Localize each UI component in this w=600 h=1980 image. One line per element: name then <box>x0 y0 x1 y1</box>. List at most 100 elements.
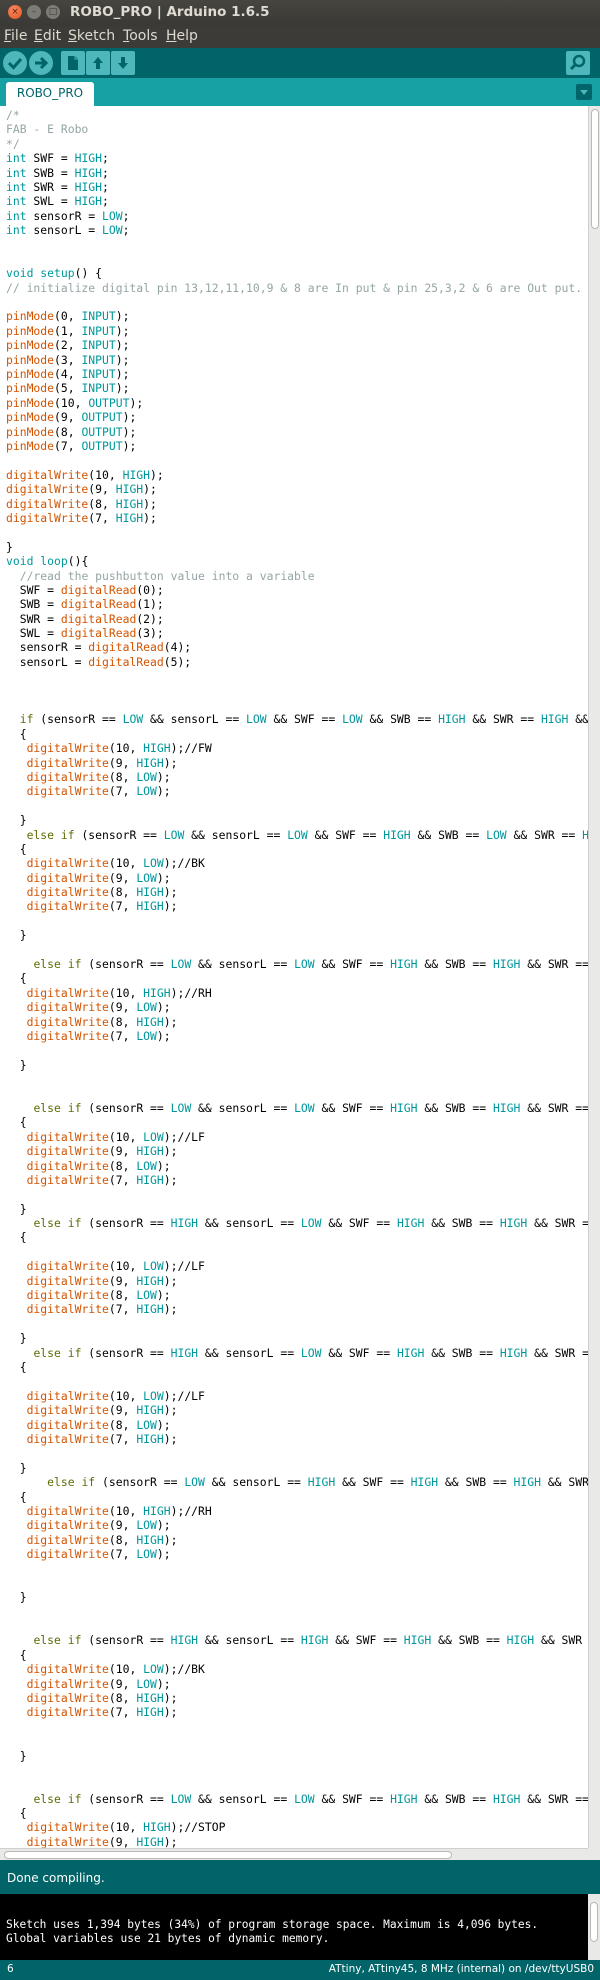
code-line[interactable]: pinMode(7, OUTPUT); <box>6 439 588 453</box>
code-line[interactable] <box>6 698 588 712</box>
code-line[interactable] <box>6 1245 588 1259</box>
code-line[interactable]: { <box>6 1806 588 1820</box>
code-line[interactable]: digitalWrite(9, HIGH); <box>6 756 588 770</box>
code-line[interactable]: } <box>6 1058 588 1072</box>
open-button[interactable] <box>86 51 110 75</box>
code-line[interactable] <box>6 684 588 698</box>
code-line[interactable]: digitalWrite(7, HIGH); <box>6 1173 588 1187</box>
code-line[interactable]: digitalWrite(10, HIGH);//STOP <box>6 1820 588 1834</box>
menu-help[interactable]: Help <box>166 28 198 44</box>
code-line[interactable]: digitalWrite(7, HIGH); <box>6 1302 588 1316</box>
code-line[interactable]: pinMode(4, INPUT); <box>6 367 588 381</box>
code-line[interactable]: digitalWrite(9, LOW); <box>6 1000 588 1014</box>
code-line[interactable]: digitalWrite(10, HIGH);//RH <box>6 1504 588 1518</box>
code-line[interactable]: // initialize digital pin 13,12,11,10,9 … <box>6 281 588 295</box>
code-line[interactable]: { <box>6 842 588 856</box>
code-line[interactable]: pinMode(2, INPUT); <box>6 338 588 352</box>
code-line[interactable]: int sensorR = LOW; <box>6 209 588 223</box>
code-line[interactable] <box>6 799 588 813</box>
code-line[interactable] <box>6 1619 588 1633</box>
code-line[interactable] <box>6 525 588 539</box>
code-line[interactable]: digitalWrite(10, LOW);//LF <box>6 1130 588 1144</box>
code-line[interactable]: digitalWrite(8, HIGH); <box>6 497 588 511</box>
code-line[interactable]: digitalWrite(8, LOW); <box>6 770 588 784</box>
code-line[interactable] <box>6 1317 588 1331</box>
code-line[interactable]: digitalWrite(8, HIGH); <box>6 1691 588 1705</box>
code-line[interactable]: digitalWrite(9, HIGH); <box>6 1403 588 1417</box>
code-line[interactable]: SWR = digitalRead(2); <box>6 612 588 626</box>
code-line[interactable] <box>6 1072 588 1086</box>
menu-tools[interactable]: Tools <box>123 28 158 44</box>
tab-robo-pro[interactable]: ROBO_PRO <box>6 82 94 106</box>
editor-horizontal-scrollbar[interactable] <box>0 1848 588 1860</box>
code-line[interactable]: digitalWrite(9, LOW); <box>6 871 588 885</box>
code-line[interactable]: if (sensorR == LOW && sensorL == LOW && … <box>6 712 588 726</box>
save-button[interactable] <box>111 51 135 75</box>
code-line[interactable]: digitalWrite(7, LOW); <box>6 784 588 798</box>
code-line[interactable]: digitalWrite(7, HIGH); <box>6 899 588 913</box>
new-button[interactable] <box>61 51 85 75</box>
code-line[interactable]: else if (sensorR == LOW && sensorL == LO… <box>6 1101 588 1115</box>
code-line[interactable]: { <box>6 1230 588 1244</box>
code-line[interactable] <box>6 914 588 928</box>
code-line[interactable]: SWF = digitalRead(0); <box>6 583 588 597</box>
code-line[interactable]: else if (sensorR == LOW && sensorL == LO… <box>6 957 588 971</box>
serial-monitor-button[interactable] <box>566 51 590 75</box>
code-line[interactable]: digitalWrite(10, LOW);//BK <box>6 1662 588 1676</box>
tab-menu-button[interactable] <box>576 84 592 100</box>
code-line[interactable]: digitalWrite(8, HIGH); <box>6 1015 588 1029</box>
code-line[interactable]: digitalWrite(10, LOW);//BK <box>6 856 588 870</box>
code-line[interactable]: digitalWrite(7, LOW); <box>6 1029 588 1043</box>
code-line[interactable]: } <box>6 1590 588 1604</box>
code-line[interactable]: { <box>6 1360 588 1374</box>
code-line[interactable]: } <box>6 1331 588 1345</box>
vertical-scroll-thumb[interactable] <box>591 109 599 229</box>
code-line[interactable]: pinMode(0, INPUT); <box>6 309 588 323</box>
code-line[interactable]: digitalWrite(8, HIGH); <box>6 885 588 899</box>
code-line[interactable]: FAB - E Robo <box>6 122 588 136</box>
code-line[interactable]: digitalWrite(9, HIGH); <box>6 1274 588 1288</box>
code-line[interactable]: } <box>6 1202 588 1216</box>
code-line[interactable] <box>6 1763 588 1777</box>
code-line[interactable]: else if (sensorR == LOW && sensorL == LO… <box>6 1792 588 1806</box>
menu-edit[interactable]: Edit <box>34 28 61 44</box>
code-line[interactable]: digitalWrite(7, HIGH); <box>6 511 588 525</box>
code-line[interactable]: pinMode(9, OUTPUT); <box>6 410 588 424</box>
code-line[interactable]: int SWL = HIGH; <box>6 194 588 208</box>
code-line[interactable]: digitalWrite(9, LOW); <box>6 1518 588 1532</box>
code-line[interactable]: pinMode(3, INPUT); <box>6 353 588 367</box>
code-line[interactable]: digitalWrite(8, LOW); <box>6 1159 588 1173</box>
code-line[interactable]: sensorR = digitalRead(4); <box>6 640 588 654</box>
code-line[interactable]: void setup() { <box>6 266 588 280</box>
code-line[interactable]: { <box>6 727 588 741</box>
console-scroll-thumb[interactable] <box>590 1902 598 1942</box>
code-line[interactable]: SWL = digitalRead(3); <box>6 626 588 640</box>
code-line[interactable]: digitalWrite(9, LOW); <box>6 1677 588 1691</box>
upload-button[interactable] <box>29 51 53 75</box>
code-line[interactable]: digitalWrite(7, HIGH); <box>6 1432 588 1446</box>
code-line[interactable] <box>6 295 588 309</box>
code-line[interactable] <box>6 252 588 266</box>
code-line[interactable]: int SWF = HIGH; <box>6 151 588 165</box>
code-line[interactable]: pinMode(8, OUTPUT); <box>6 425 588 439</box>
code-line[interactable]: */ <box>6 137 588 151</box>
code-line[interactable]: else if (sensorR == HIGH && sensorL == L… <box>6 1216 588 1230</box>
code-line[interactable]: int SWB = HIGH; <box>6 166 588 180</box>
code-line[interactable]: digitalWrite(9, HIGH); <box>6 1835 588 1848</box>
minimize-window-button[interactable]: – <box>27 5 41 19</box>
maximize-window-button[interactable]: □ <box>46 5 60 19</box>
code-line[interactable]: digitalWrite(10, LOW);//LF <box>6 1259 588 1273</box>
code-line[interactable]: digitalWrite(10, LOW);//LF <box>6 1389 588 1403</box>
console-scrollbar[interactable] <box>588 1894 600 1960</box>
code-line[interactable]: } <box>6 540 588 554</box>
code-line[interactable] <box>6 943 588 957</box>
code-line[interactable] <box>6 1087 588 1101</box>
code-line[interactable]: { <box>6 971 588 985</box>
menu-sketch[interactable]: Sketch <box>68 28 115 44</box>
menu-file[interactable]: File <box>4 28 27 44</box>
code-line[interactable]: else if (sensorR == HIGH && sensorL == L… <box>6 1346 588 1360</box>
code-line[interactable]: digitalWrite(10, HIGH);//RH <box>6 986 588 1000</box>
code-line[interactable] <box>6 1777 588 1791</box>
code-line[interactable] <box>6 1561 588 1575</box>
code-line[interactable]: digitalWrite(10, HIGH); <box>6 468 588 482</box>
